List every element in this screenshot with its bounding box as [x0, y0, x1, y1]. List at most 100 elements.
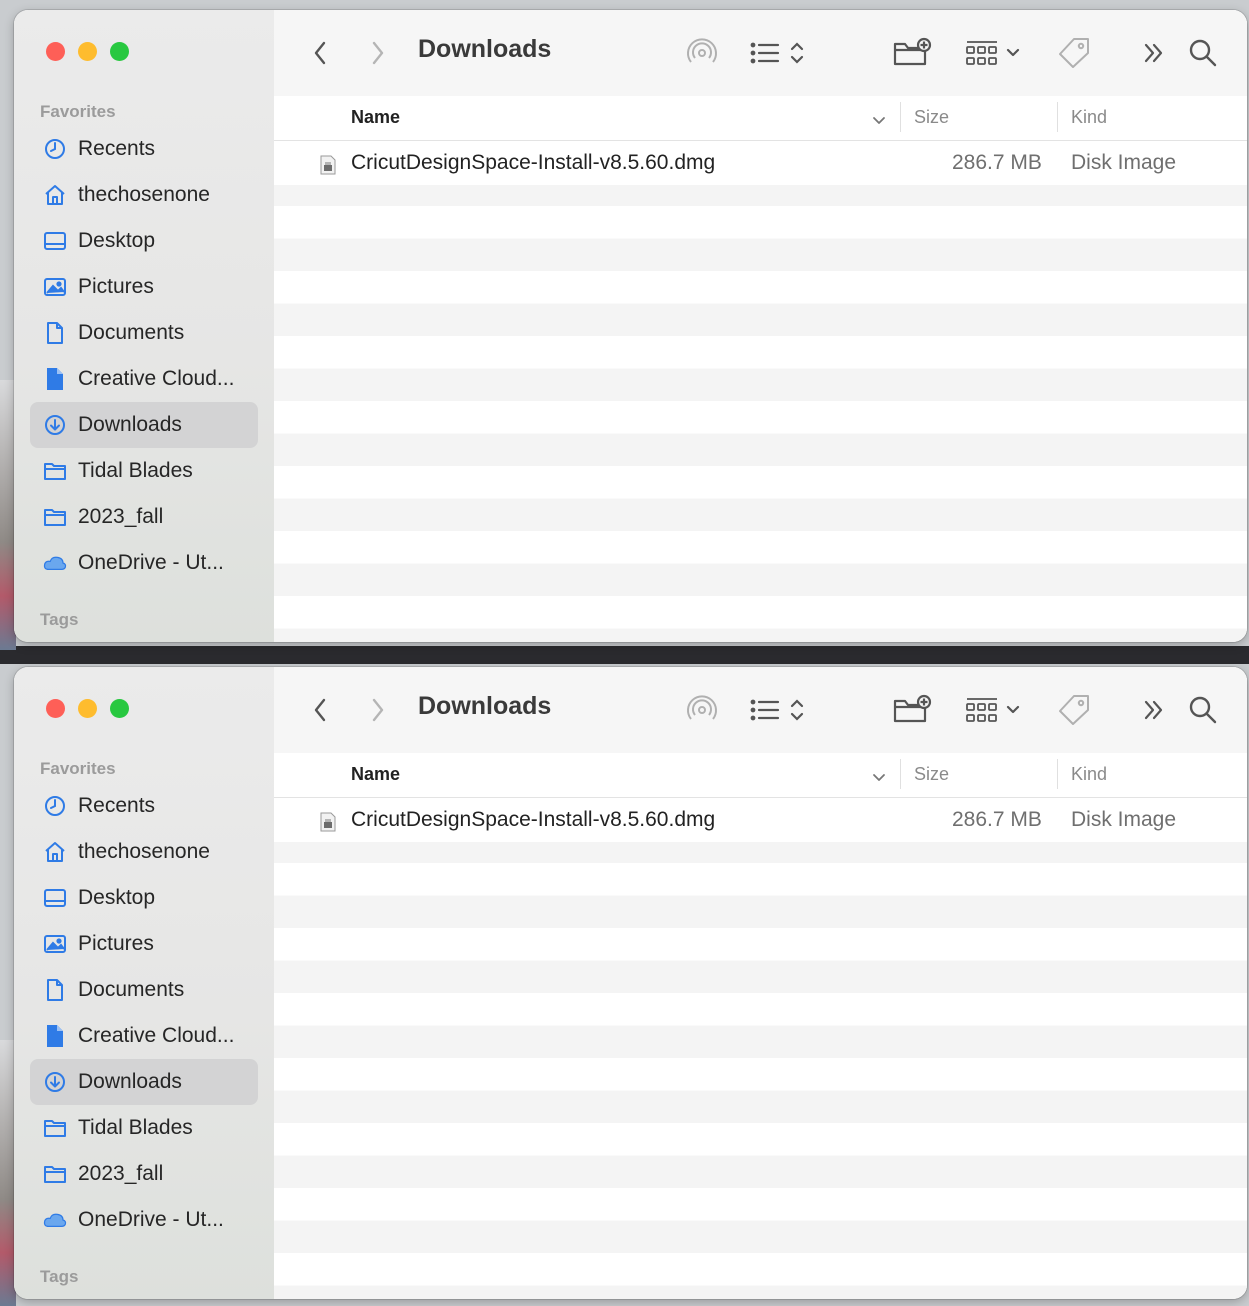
column-separator[interactable] [1057, 102, 1058, 132]
sidebar-item-onedrive-ut[interactable]: OneDrive - Ut... [30, 1197, 258, 1243]
airdrop-button[interactable] [682, 35, 722, 71]
zoom-button[interactable] [110, 699, 129, 718]
favorites-section-label: Favorites [40, 102, 116, 121]
name-column-header[interactable]: Name [351, 107, 400, 128]
column-separator[interactable] [900, 759, 901, 789]
sidebar-item-creative-cloud[interactable]: Creative Cloud... [30, 1013, 258, 1059]
back-button[interactable] [304, 36, 336, 70]
forward-button[interactable] [362, 36, 394, 70]
sidebar-item-2023-fall[interactable]: 2023_fall [30, 494, 258, 540]
sort-chevron[interactable] [872, 112, 886, 130]
chevron-double-right-icon [1144, 43, 1163, 63]
sidebar-item-documents[interactable]: Documents [30, 967, 258, 1013]
more-toolbar-button[interactable] [1136, 36, 1172, 70]
folder-icon [42, 1116, 68, 1140]
sidebar-item-thechosenone[interactable]: thechosenone [30, 172, 258, 218]
kind-column-header[interactable]: Kind [1071, 107, 1107, 128]
file-list: CricutDesignSpace-Install-v8.5.60.dmg 286… [274, 141, 1247, 642]
sidebar-item-2023-fall[interactable]: 2023_fall [30, 1151, 258, 1197]
sidebar-item-downloads[interactable]: Downloads [30, 402, 258, 448]
sidebar-item-label: Pictures [78, 275, 154, 298]
name-column-header[interactable]: Name [351, 764, 400, 785]
sidebar-item-recents[interactable]: Recents [30, 783, 258, 829]
sidebar-item-label: Desktop [78, 229, 156, 252]
search-button[interactable] [1184, 34, 1222, 72]
column-header: Name Size Kind [274, 96, 1247, 141]
list-view-icon [750, 699, 804, 721]
new-folder-button[interactable] [890, 691, 934, 729]
sidebar-item-label: Desktop [78, 886, 156, 909]
photo-icon [42, 275, 68, 299]
cloud-icon [42, 1208, 68, 1232]
creative-cloud-file-icon [42, 367, 68, 391]
window-title: Downloads [418, 692, 552, 720]
new-folder-button[interactable] [890, 34, 934, 72]
file-kind: Disk Image [1071, 808, 1177, 831]
sidebar-item-recents[interactable]: Recents [30, 126, 258, 172]
minimize-button[interactable] [78, 699, 97, 718]
chevron-left-icon [314, 698, 326, 722]
close-button[interactable] [46, 699, 65, 718]
sidebar-item-thechosenone[interactable]: thechosenone [30, 829, 258, 875]
chevron-down-icon [873, 117, 885, 124]
forward-button[interactable] [362, 693, 394, 727]
download-icon [42, 413, 68, 437]
view-options-button[interactable] [748, 693, 812, 727]
zoom-button[interactable] [110, 42, 129, 61]
sidebar-item-label: Creative Cloud... [78, 1024, 235, 1047]
sidebar-items: Recents thechosenone Desktop Pictures Docume… [30, 126, 258, 586]
sidebar-item-desktop[interactable]: Desktop [30, 218, 258, 264]
sidebar-item-tidal-blades[interactable]: Tidal Blades [30, 448, 258, 494]
sidebar-item-downloads[interactable]: Downloads [30, 1059, 258, 1105]
window-controls [46, 42, 129, 61]
finder-window: Favorites Recents thechosenone Desktop Pict… [14, 10, 1247, 642]
chevron-down-icon [873, 774, 885, 781]
sidebar-item-label: 2023_fall [78, 1162, 164, 1185]
file-row[interactable]: CricutDesignSpace-Install-v8.5.60.dmg 286… [274, 141, 1247, 185]
more-toolbar-button[interactable] [1136, 693, 1172, 727]
disk-image-icon [320, 155, 336, 175]
cloud-icon [42, 551, 68, 575]
airdrop-icon [687, 38, 717, 63]
sidebar-item-label: Tidal Blades [78, 1116, 193, 1139]
tag-icon [1059, 38, 1089, 68]
search-icon [1189, 39, 1217, 67]
sidebar-item-pictures[interactable]: Pictures [30, 921, 258, 967]
file-size: 286.7 MB [952, 151, 1042, 174]
tags-button[interactable] [1054, 34, 1094, 72]
sidebar-item-pictures[interactable]: Pictures [30, 264, 258, 310]
size-column-header[interactable]: Size [914, 764, 949, 785]
sidebar-item-label: Pictures [78, 932, 154, 955]
tag-icon [1059, 695, 1089, 725]
chevron-right-icon [372, 41, 384, 65]
sidebar-item-label: OneDrive - Ut... [78, 1208, 224, 1231]
column-separator[interactable] [900, 102, 901, 132]
file-row[interactable]: CricutDesignSpace-Install-v8.5.60.dmg 286… [274, 798, 1247, 842]
file-name: CricutDesignSpace-Install-v8.5.60.dmg [351, 808, 716, 831]
back-button[interactable] [304, 693, 336, 727]
airdrop-icon [687, 695, 717, 720]
sidebar-item-desktop[interactable]: Desktop [30, 875, 258, 921]
column-separator[interactable] [1057, 759, 1058, 789]
sidebar-item-onedrive-ut[interactable]: OneDrive - Ut... [30, 540, 258, 586]
group-by-button[interactable] [962, 34, 1028, 72]
minimize-button[interactable] [78, 42, 97, 61]
background-strip [0, 646, 1249, 664]
sidebar-item-creative-cloud[interactable]: Creative Cloud... [30, 356, 258, 402]
sidebar-item-label: OneDrive - Ut... [78, 551, 224, 574]
main-pane: Downloads Name Size Kind CricutDesignSpa… [274, 667, 1247, 1299]
chevron-left-icon [314, 41, 326, 65]
view-options-button[interactable] [748, 36, 812, 70]
folder-icon [42, 505, 68, 529]
search-button[interactable] [1184, 691, 1222, 729]
airdrop-button[interactable] [682, 692, 722, 728]
sort-chevron[interactable] [872, 769, 886, 787]
sidebar-item-documents[interactable]: Documents [30, 310, 258, 356]
size-column-header[interactable]: Size [914, 107, 949, 128]
group-by-button[interactable] [962, 691, 1028, 729]
tags-button[interactable] [1054, 691, 1094, 729]
kind-column-header[interactable]: Kind [1071, 764, 1107, 785]
sidebar-item-tidal-blades[interactable]: Tidal Blades [30, 1105, 258, 1151]
close-button[interactable] [46, 42, 65, 61]
chevron-right-icon [372, 698, 384, 722]
